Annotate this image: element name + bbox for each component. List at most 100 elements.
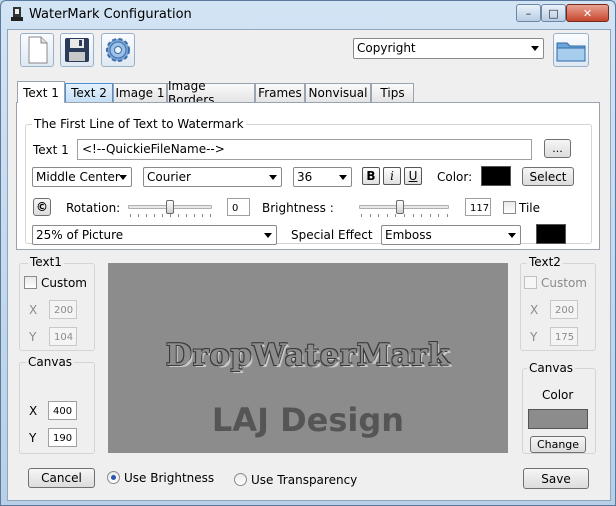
use-transparency-radio[interactable]: [234, 473, 247, 486]
canvas-color-swatch[interactable]: [528, 409, 588, 429]
brightness-slider-thumb[interactable]: [396, 200, 405, 214]
canvas-color-label: Color: [542, 388, 574, 402]
chevron-down-icon: [531, 46, 539, 51]
text2-y-input[interactable]: 175: [550, 327, 578, 346]
font-select[interactable]: Courier: [143, 167, 282, 187]
watermark-preview[interactable]: DropWaterMark LAJ Design: [108, 263, 508, 453]
text-color-swatch[interactable]: [481, 166, 511, 186]
app-icon: [10, 6, 24, 22]
select-color-button[interactable]: Select: [522, 167, 574, 186]
special-effect-value: Emboss: [385, 228, 432, 242]
font-value: Courier: [147, 170, 191, 184]
rotation-slider-thumb[interactable]: [166, 200, 174, 214]
brightness-slider-tick: [421, 214, 423, 217]
rotation-slider-tick: [154, 214, 155, 217]
tab-text-2[interactable]: Text 2: [65, 83, 113, 102]
use-brightness-radio[interactable]: [107, 471, 120, 484]
position-select[interactable]: Middle Center: [32, 167, 132, 187]
tab-image-borders[interactable]: Image Borders: [167, 79, 255, 107]
copyright-button[interactable]: ©: [33, 198, 51, 216]
brightness-slider-tick: [378, 214, 380, 217]
tab-tips[interactable]: Tips: [371, 83, 414, 102]
watermark-profile-value: Copyright: [357, 41, 416, 55]
underline-button[interactable]: U: [404, 167, 422, 185]
tile-checkbox[interactable]: [503, 201, 516, 214]
canvas-right-group-title: Canvas: [527, 361, 576, 375]
canvas-left-group-title: Canvas: [26, 355, 75, 369]
brightness-input[interactable]: 117: [465, 198, 491, 216]
tab-frames[interactable]: Frames: [255, 83, 305, 102]
canvas-x-label: X: [29, 404, 38, 418]
canvas-y-label: Y: [29, 431, 37, 445]
maximize-button[interactable]: □: [541, 4, 566, 22]
cancel-button[interactable]: Cancel: [28, 468, 95, 488]
text1-input[interactable]: <!--QuickieFileName-->: [77, 139, 532, 160]
scale-value: 25% of Picture: [36, 228, 124, 242]
rotation-slider-tick: [130, 214, 131, 217]
text1-custom-checkbox[interactable]: [24, 276, 37, 289]
chevron-down-icon: [264, 233, 272, 238]
save-floppy-icon[interactable]: [60, 33, 94, 67]
brightness-slider-tick: [429, 214, 431, 217]
text2-custom-label: Custom: [541, 276, 587, 290]
text2-custom-checkbox[interactable]: [524, 276, 537, 289]
watermark-profile-select[interactable]: Copyright: [353, 38, 544, 59]
chevron-down-icon: [339, 175, 347, 180]
tile-label: Tile: [519, 201, 541, 215]
rotation-slider-tick: [210, 214, 211, 217]
tab-text-1[interactable]: Text 1: [17, 81, 65, 103]
effect-color-swatch[interactable]: [536, 224, 566, 244]
text1-group-title: Text1: [28, 255, 64, 269]
italic-button[interactable]: i: [383, 167, 401, 185]
window-title: WaterMark Configuration: [29, 7, 192, 22]
preview-line-1: DropWaterMark: [165, 338, 451, 373]
rotation-slider-tick: [146, 214, 147, 217]
chevron-down-icon: [119, 175, 127, 180]
color-label: Color:: [437, 170, 473, 184]
rotation-slider-tick: [162, 214, 163, 217]
chevron-down-icon: [269, 175, 277, 180]
close-button[interactable]: ✕: [566, 4, 609, 22]
rotation-slider-tick: [138, 214, 139, 217]
canvas-x-input[interactable]: 400: [48, 401, 77, 420]
minimize-button[interactable]: –: [516, 4, 541, 22]
text2-x-input[interactable]: 200: [550, 300, 578, 319]
text1-y-input[interactable]: 104: [49, 327, 77, 346]
rotation-slider-tick: [178, 214, 179, 217]
save-button[interactable]: Save: [523, 468, 589, 489]
text1-label: Text 1: [33, 143, 69, 157]
brightness-slider-tick: [438, 214, 440, 217]
rotation-input[interactable]: 0: [227, 198, 250, 216]
rotation-slider-tick: [186, 214, 187, 217]
special-effect-select[interactable]: Emboss: [381, 225, 521, 245]
rotation-label: Rotation:: [66, 201, 121, 215]
font-size-select[interactable]: 36: [293, 167, 352, 187]
brightness-slider-tick: [386, 214, 388, 217]
tab-image-1[interactable]: Image 1: [113, 83, 167, 102]
text1-y-label: Y: [29, 330, 37, 344]
brightness-slider-tick: [369, 214, 371, 217]
settings-gear-icon[interactable]: [101, 33, 135, 67]
bold-button[interactable]: B: [362, 167, 380, 185]
first-line-group-title: The First Line of Text to Watermark: [32, 117, 246, 131]
use-brightness-label: Use Brightness: [124, 471, 215, 485]
change-color-button[interactable]: Change: [530, 436, 586, 453]
browse-button[interactable]: ...: [544, 139, 571, 158]
brightness-slider-tick: [447, 214, 448, 217]
rotation-slider-tick: [170, 214, 171, 217]
text2-x-label: X: [530, 303, 539, 317]
position-value: Middle Center: [36, 170, 120, 184]
scale-select[interactable]: 25% of Picture: [32, 225, 277, 245]
text1-x-input[interactable]: 200: [49, 300, 77, 319]
new-document-icon[interactable]: [20, 33, 54, 67]
preview-line-2: LAJ Design: [211, 401, 405, 439]
rotation-slider-tick: [202, 214, 203, 217]
special-effect-label: Special Effect: [291, 228, 373, 242]
open-folder-icon[interactable]: [553, 33, 589, 67]
font-size-value: 36: [297, 170, 313, 184]
canvas-y-input[interactable]: 190: [48, 428, 77, 447]
brightness-slider-tick: [361, 214, 362, 217]
brightness-slider-tick: [412, 214, 414, 217]
tab-nonvisual[interactable]: Nonvisual: [305, 83, 371, 102]
chevron-down-icon: [508, 233, 516, 238]
